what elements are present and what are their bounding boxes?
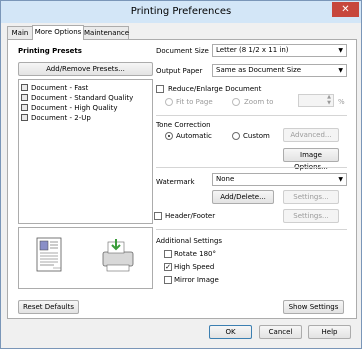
chevron-down-icon: ▼: [338, 176, 343, 183]
document-icon: [21, 94, 28, 101]
chevron-down-icon: ▼: [338, 47, 343, 54]
tab-more-options[interactable]: More Options: [32, 25, 84, 40]
mirror-image-checkbox[interactable]: [164, 276, 172, 284]
list-item[interactable]: Document - Standard Quality: [21, 93, 133, 103]
tone-correction-heading: Tone Correction: [156, 121, 211, 129]
custom-label: Custom: [243, 132, 270, 140]
zoom-to-radio[interactable]: [232, 98, 240, 106]
advanced-button[interactable]: Advanced...: [283, 128, 339, 142]
tab-maintenance[interactable]: Maintenance: [83, 26, 129, 39]
document-size-select[interactable]: Letter (8 1/2 x 11 in) ▼: [212, 44, 347, 57]
rotate-180-checkbox[interactable]: [164, 250, 172, 258]
presets-list[interactable]: Document - Fast Document - Standard Qual…: [18, 79, 153, 224]
printing-presets-heading: Printing Presets: [18, 47, 82, 55]
output-paper-value: Same as Document Size: [216, 66, 302, 74]
fit-to-page-radio[interactable]: [165, 98, 173, 106]
document-size-value: Letter (8 1/2 x 11 in): [216, 46, 289, 54]
percent-unit: %: [338, 98, 345, 106]
document-icon: [21, 114, 28, 121]
output-paper-select[interactable]: Same as Document Size ▼: [212, 64, 347, 77]
tab-main[interactable]: Main: [7, 26, 33, 39]
watermark-select[interactable]: None ▼: [212, 173, 347, 186]
automatic-radio[interactable]: [165, 132, 173, 140]
high-speed-checkbox[interactable]: ✓: [164, 263, 172, 271]
preset-label: Document - 2-Up: [31, 114, 91, 122]
chevron-down-icon: ▼: [338, 67, 343, 74]
header-footer-label: Header/Footer: [165, 212, 216, 220]
printing-preferences-window: Printing Preferences ✕ Main More Options…: [0, 0, 362, 349]
document-icon: [21, 104, 28, 111]
spin-down-icon[interactable]: ▼: [327, 100, 331, 106]
help-button[interactable]: Help: [308, 325, 351, 339]
add-delete-watermark-button[interactable]: Add/Delete...: [212, 190, 274, 204]
list-item[interactable]: Document - Fast: [21, 83, 88, 93]
list-item[interactable]: Document - High Quality: [21, 103, 118, 113]
document-icon: [21, 84, 28, 91]
header-footer-settings-button[interactable]: Settings...: [283, 209, 339, 223]
document-size-label: Document Size: [156, 47, 209, 55]
title-bar[interactable]: Printing Preferences ✕: [1, 1, 361, 23]
additional-settings-heading: Additional Settings: [156, 237, 223, 245]
fit-to-page-label: Fit to Page: [176, 98, 213, 106]
printer-icon: [102, 239, 134, 272]
divider: [156, 229, 347, 230]
rotate-180-label: Rotate 180°: [174, 250, 217, 258]
preset-label: Document - Fast: [31, 84, 89, 92]
custom-radio[interactable]: [232, 132, 240, 140]
image-options-button[interactable]: Image Options...: [283, 148, 339, 171]
zoom-to-label: Zoom to: [244, 98, 274, 106]
list-item[interactable]: Document - 2-Up: [21, 113, 91, 123]
cancel-button[interactable]: Cancel: [259, 325, 302, 339]
reset-defaults-button[interactable]: Reset Defaults: [18, 300, 79, 314]
watermark-label: Watermark: [156, 178, 195, 186]
close-icon[interactable]: ✕: [332, 2, 359, 17]
divider: [156, 167, 347, 168]
checkmark-icon: ✓: [165, 263, 171, 271]
header-footer-checkbox[interactable]: [154, 212, 162, 220]
ok-button[interactable]: OK: [209, 325, 252, 339]
reduce-enlarge-checkbox[interactable]: [156, 85, 164, 93]
reduce-enlarge-label: Reduce/Enlarge Document: [168, 85, 262, 93]
mirror-image-label: Mirror Image: [174, 276, 219, 284]
watermark-value: None: [216, 175, 235, 183]
preset-label: Document - High Quality: [31, 104, 118, 112]
zoom-percent-stepper[interactable]: ▲ ▼: [298, 94, 334, 107]
add-remove-presets-button[interactable]: Add/Remove Presets...: [18, 62, 153, 76]
print-preview-area: [18, 227, 153, 289]
high-speed-label: High Speed: [174, 263, 215, 271]
show-settings-button[interactable]: Show Settings: [283, 300, 344, 314]
window-title: Printing Preferences: [130, 6, 232, 17]
divider: [156, 115, 347, 116]
watermark-settings-button[interactable]: Settings...: [283, 190, 339, 204]
automatic-label: Automatic: [176, 132, 212, 140]
output-paper-label: Output Paper: [156, 67, 203, 75]
preset-label: Document - Standard Quality: [31, 94, 134, 102]
